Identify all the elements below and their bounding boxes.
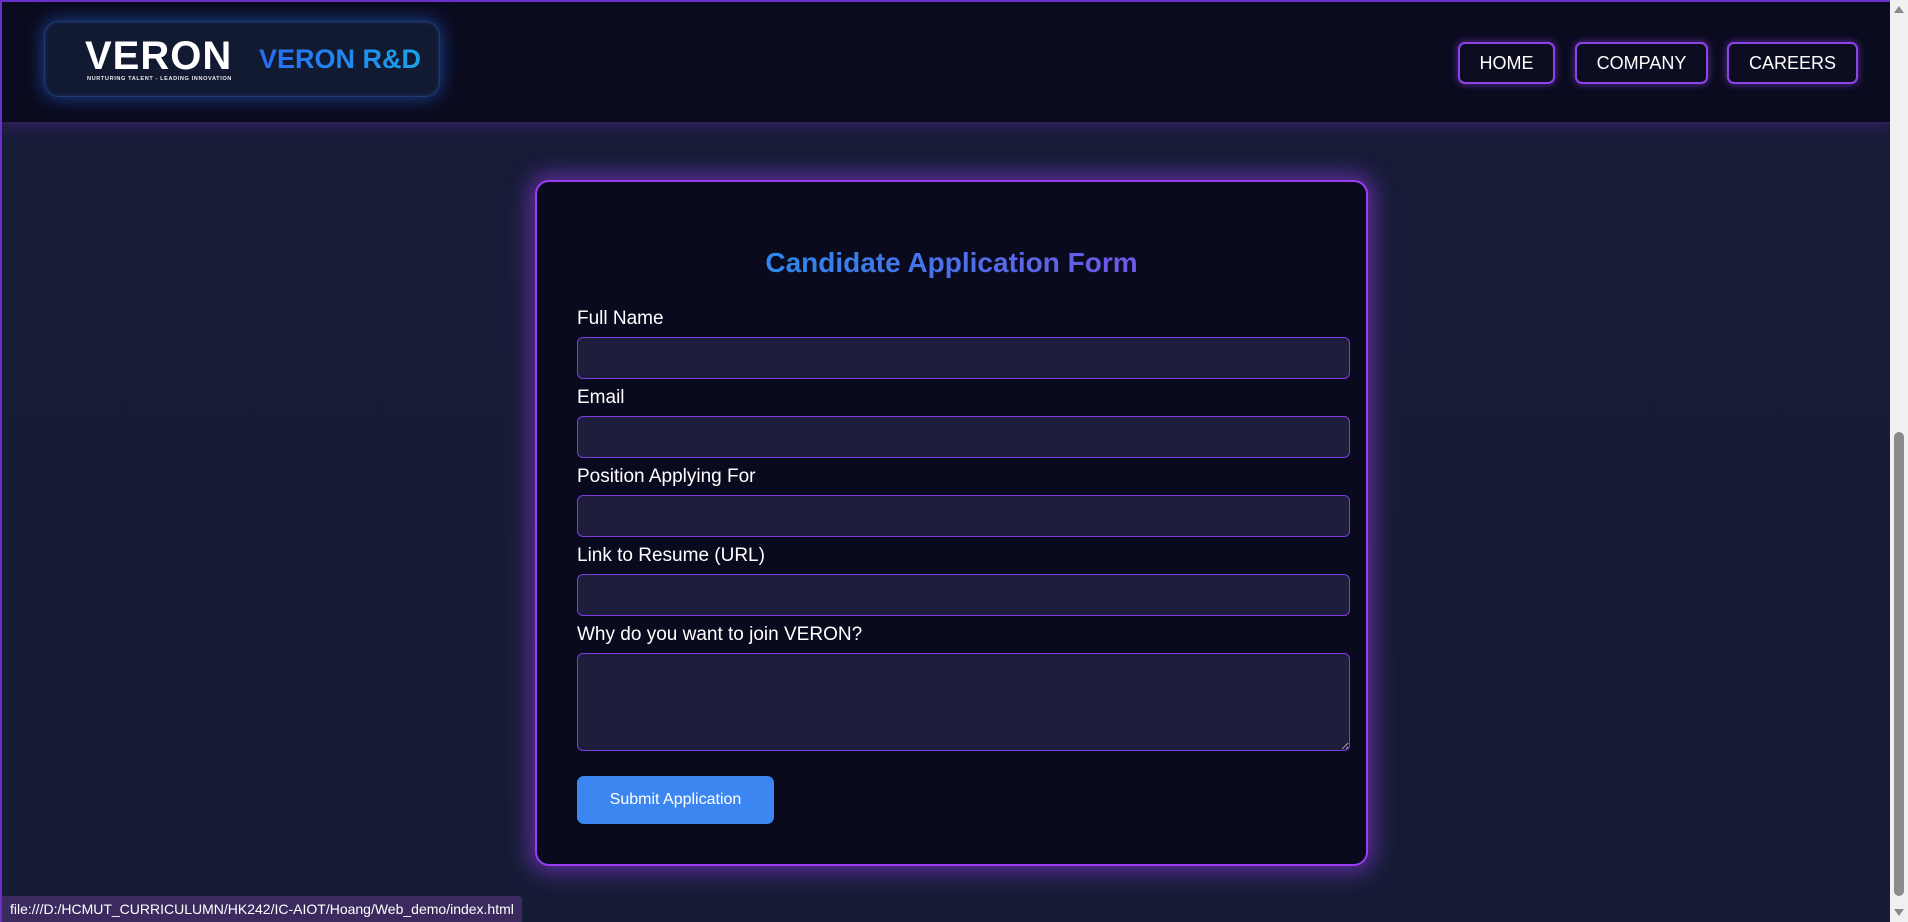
- site-header: VERON NURTURING TALENT - LEADING INNOVAT…: [2, 2, 1890, 124]
- email-label: Email: [577, 387, 625, 408]
- resume-url-input[interactable]: [577, 574, 1350, 616]
- submit-application-button[interactable]: Submit Application: [577, 776, 774, 824]
- email-input[interactable]: [577, 416, 1350, 458]
- motivation-textarea[interactable]: [577, 653, 1350, 751]
- scroll-down-arrow-icon[interactable]: [1894, 909, 1904, 916]
- full-name-label: Full Name: [577, 308, 664, 329]
- full-name-input[interactable]: [577, 337, 1350, 379]
- nav-home-button[interactable]: HOME: [1458, 42, 1555, 84]
- scrollbar-thumb[interactable]: [1894, 432, 1904, 896]
- position-label: Position Applying For: [577, 466, 756, 487]
- position-input[interactable]: [577, 495, 1350, 537]
- form-title: Candidate Application Form: [537, 247, 1366, 279]
- scroll-up-arrow-icon[interactable]: [1894, 6, 1904, 13]
- veron-logo: VERON NURTURING TALENT - LEADING INNOVAT…: [85, 34, 245, 86]
- motivation-label: Why do you want to join VERON?: [577, 624, 863, 645]
- resume-url-label: Link to Resume (URL): [577, 545, 765, 566]
- browser-viewport: VERON NURTURING TALENT - LEADING INNOVAT…: [0, 0, 1890, 922]
- logo-tagline: NURTURING TALENT - LEADING INNOVATION: [87, 76, 232, 82]
- status-bar-url: file:///D:/HCMUT_CURRICULUMN/HK242/IC-AI…: [2, 896, 522, 922]
- nav-careers-button[interactable]: CAREERS: [1727, 42, 1858, 84]
- vertical-scrollbar[interactable]: [1890, 0, 1908, 922]
- logo-wordmark: VERON: [85, 34, 233, 78]
- nav-company-button[interactable]: COMPANY: [1575, 42, 1708, 84]
- logo-container[interactable]: VERON NURTURING TALENT - LEADING INNOVAT…: [44, 21, 440, 97]
- application-form-card: Candidate Application Form Full Name Ema…: [535, 180, 1368, 866]
- brand-name: VERON R&D: [259, 44, 422, 74]
